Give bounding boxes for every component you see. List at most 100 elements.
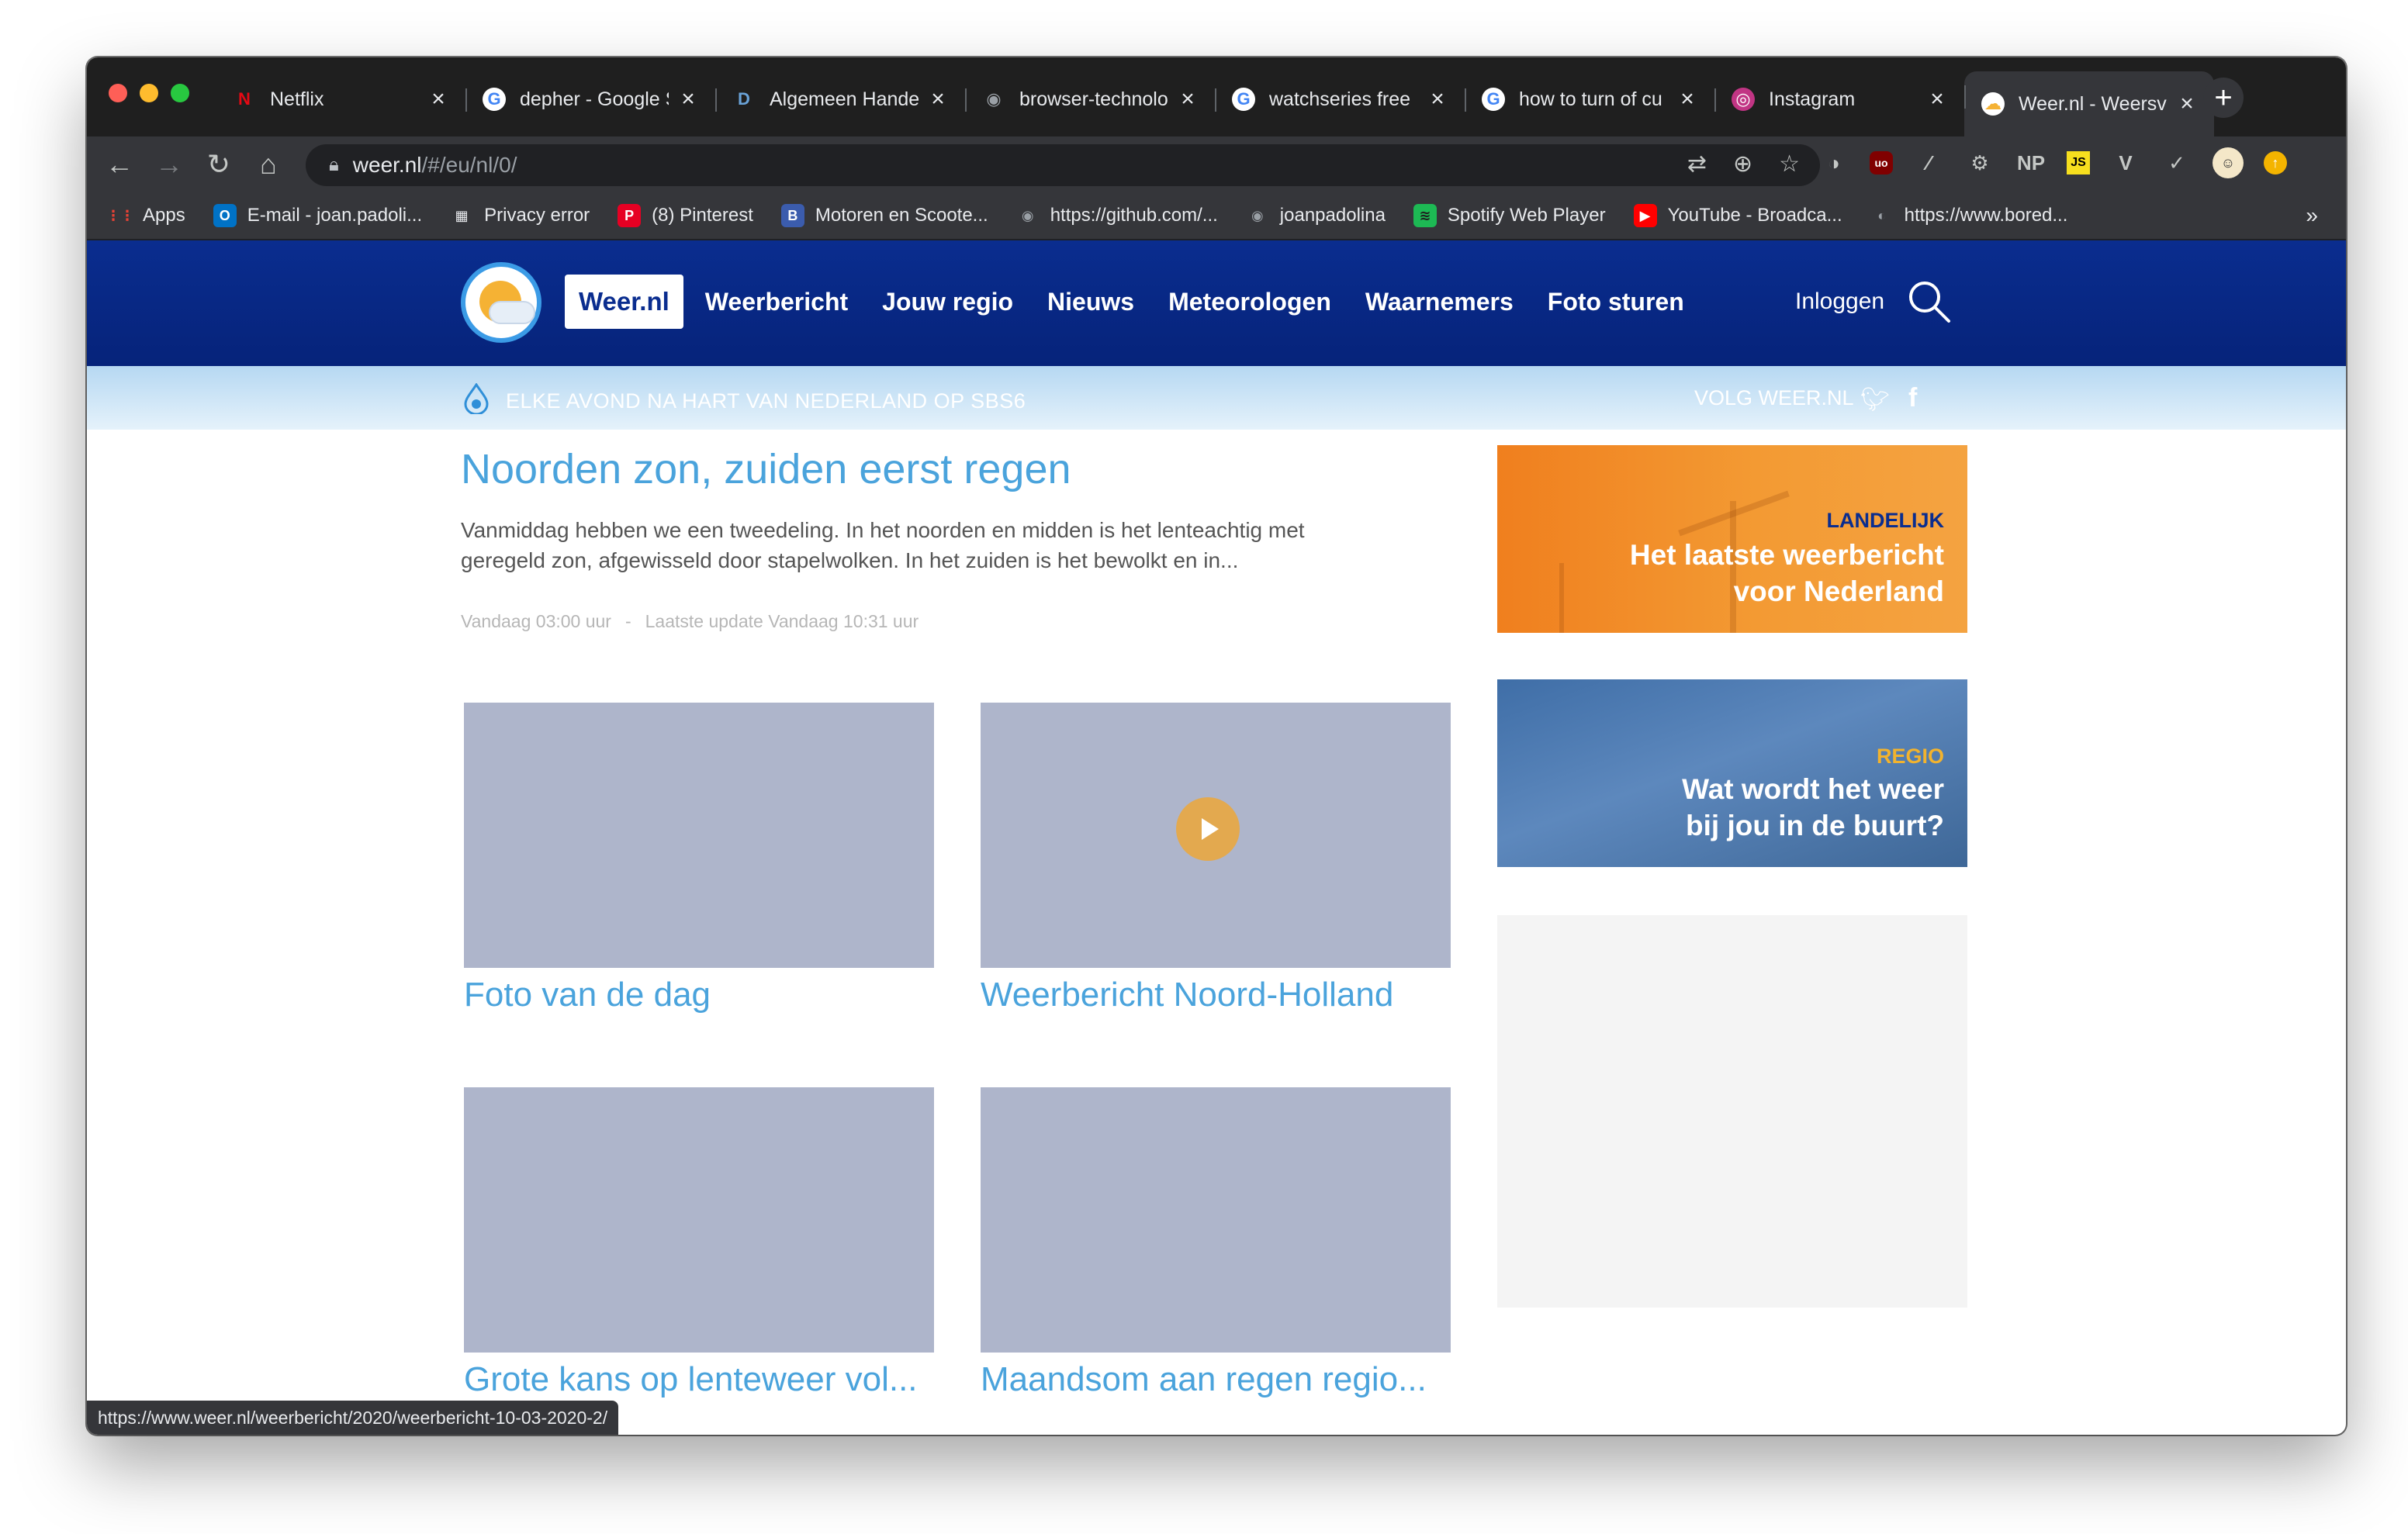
new-tab-button[interactable]: + xyxy=(2203,78,2244,118)
site-header: Weer.nl Weerbericht Jouw regio Nieuws Me… xyxy=(87,240,2346,366)
weer-icon: ☁ xyxy=(1981,92,2005,116)
card-title[interactable]: Grote kans op lenteweer vol... xyxy=(464,1360,918,1399)
card-image[interactable] xyxy=(464,1087,934,1353)
zoom-icon[interactable]: ⊕ xyxy=(1733,150,1752,178)
card-image[interactable] xyxy=(981,1087,1451,1353)
nav-waarnemers[interactable]: Waarnemers xyxy=(1365,288,1514,316)
google-icon: G xyxy=(1232,88,1255,111)
lock-icon: 🔒︎ xyxy=(329,154,339,175)
promo-text[interactable]: ELKE AVOND NA HART VAN NEDERLAND OP SBS6 xyxy=(506,389,1026,413)
card-title[interactable]: Weerbericht Noord-Holland xyxy=(981,976,1393,1014)
eyedropper-icon[interactable]: ⁄ xyxy=(1913,147,1944,178)
url-text[interactable]: weer.nl/#/eu/nl/0/ xyxy=(353,153,517,178)
bookmark-item[interactable]: ▶ YouTube - Broadca... xyxy=(1633,204,1842,227)
bookmark-star-icon[interactable]: ☆ xyxy=(1779,150,1800,178)
weer-logo[interactable] xyxy=(461,262,541,343)
nav-jouw-regio[interactable]: Jouw regio xyxy=(882,288,1013,316)
facebook-icon[interactable]: f xyxy=(1908,383,1917,413)
browser-toolbar: ← → ↻ ⌂ 🔒︎ weer.nl/#/eu/nl/0/ ⇄ ⊕ ☆ ◑ uo… xyxy=(87,136,2346,192)
translate-icon[interactable]: ⇄ xyxy=(1687,150,1707,178)
bookmark-label: (8) Pinterest xyxy=(652,205,753,226)
apps-grid-icon: ⋮⋮ xyxy=(106,207,134,223)
close-tab-icon[interactable]: × xyxy=(1427,86,1448,112)
twitter-icon[interactable]: 🐦︎ xyxy=(1860,386,1890,413)
close-tab-icon[interactable]: × xyxy=(678,86,698,112)
login-link[interactable]: Inloggen xyxy=(1795,288,1884,315)
banner-tag: LANDELIJK xyxy=(1826,509,1944,532)
tab-strip: N Netflix × Gdepher - Google S × D Algemeen Ha… xyxy=(87,57,2346,136)
address-bar[interactable]: 🔒︎ weer.nl/#/eu/nl/0/ ⇄ ⊕ ☆ xyxy=(306,144,1820,186)
regional-forecast-banner[interactable]: REGIO Wat wordt het weer bij jou in de b… xyxy=(1497,679,1967,867)
national-forecast-banner[interactable]: LANDELIJK Het laatste weerbericht voor N… xyxy=(1497,445,1967,633)
bookmark-item[interactable]: ▦ Privacy error xyxy=(450,204,590,227)
browser-tab[interactable]: Gwatchseries free × xyxy=(1215,74,1465,124)
close-tab-icon[interactable]: × xyxy=(1677,86,1697,112)
follow-label: VOLG WEER.NL xyxy=(1694,386,1854,409)
browser-tab[interactable]: ◉ browser-technolo × xyxy=(965,74,1215,124)
bookmark-item[interactable]: ≋ Spotify Web Player xyxy=(1413,204,1606,227)
outlook-icon: O xyxy=(213,204,237,227)
settings-gear-icon[interactable]: ⚙ xyxy=(1964,147,1995,178)
published-time: Vandaag 03:00 uur xyxy=(461,611,611,631)
np-extension-icon[interactable]: NP xyxy=(2015,147,2046,178)
close-window-button[interactable] xyxy=(109,84,127,102)
vimium-icon[interactable]: V xyxy=(2110,147,2141,178)
sbs6-logo-icon xyxy=(464,383,489,414)
close-tab-icon[interactable]: × xyxy=(1927,86,1947,112)
browser-tab[interactable]: Ghow to turn of cu × xyxy=(1465,74,1714,124)
close-tab-icon[interactable]: × xyxy=(2177,91,2197,117)
promo-bar: ELKE AVOND NA HART VAN NEDERLAND OP SBS6… xyxy=(87,366,2346,430)
tab-title: browser-technolo xyxy=(1019,88,1168,110)
maximize-window-button[interactable] xyxy=(171,84,189,102)
youtube-icon: ▶ xyxy=(1633,204,1657,227)
close-tab-icon[interactable]: × xyxy=(1178,86,1198,112)
github-icon: ◉ xyxy=(1251,207,1264,223)
bookmark-item[interactable]: ⋮⋮ Apps xyxy=(106,204,185,227)
nav-nieuws[interactable]: Nieuws xyxy=(1047,288,1134,316)
netflix-icon: N xyxy=(238,89,251,109)
nav-home-link[interactable]: Weer.nl xyxy=(565,275,683,329)
browser-tab[interactable]: D Algemeen Handel × xyxy=(715,74,965,124)
article-headline[interactable]: Noorden zon, zuiden eerst regen xyxy=(461,445,1071,493)
play-icon[interactable] xyxy=(1176,797,1240,861)
dark-reader-icon[interactable]: ◑ xyxy=(1818,147,1849,178)
bookmark-label: Spotify Web Player xyxy=(1447,205,1606,226)
bookmarks-more-button[interactable]: » xyxy=(2306,203,2318,228)
nav-weerbericht[interactable]: Weerbericht xyxy=(705,288,848,316)
bookmark-item[interactable]: ◉ https://github.com/... xyxy=(1016,204,1218,227)
card-title[interactable]: Maandsom aan regen regio... xyxy=(981,1360,1427,1399)
update-badge-icon[interactable]: ↑ xyxy=(2264,151,2287,174)
forward-button[interactable]: → xyxy=(144,143,194,186)
browser-tab[interactable]: Gdepher - Google S × xyxy=(465,74,715,124)
profile-avatar-icon[interactable]: ☺ xyxy=(2213,147,2244,178)
minimize-window-button[interactable] xyxy=(140,84,158,102)
card-title[interactable]: Foto van de dag xyxy=(464,976,711,1014)
js-extension-icon[interactable]: JS xyxy=(2067,151,2090,174)
reload-button[interactable]: ↻ xyxy=(194,143,244,186)
ublock-icon[interactable]: uo xyxy=(1870,151,1893,174)
browser-tab[interactable]: ◎ Instagram × xyxy=(1714,74,1964,124)
nav-meteorologen[interactable]: Meteorologen xyxy=(1168,288,1331,316)
home-button[interactable]: ⌂ xyxy=(244,143,293,186)
browser-tab[interactable]: N Netflix × xyxy=(216,74,465,124)
bookmark-item[interactable]: ◐ https://www.bored... xyxy=(1870,204,2067,227)
check-extension-icon[interactable]: ✓ xyxy=(2161,147,2192,178)
bookmark-item[interactable]: B Motoren en Scoote... xyxy=(780,204,988,227)
bookmark-item[interactable]: ◉ joanpadolina xyxy=(1246,204,1386,227)
nav-foto-sturen[interactable]: Foto sturen xyxy=(1548,288,1684,316)
bva-icon: B xyxy=(780,204,804,227)
browser-tab[interactable]: ☁ Weer.nl - Weersv × xyxy=(1964,71,2214,136)
browser-window: N Netflix × Gdepher - Google S × D Algemeen Ha… xyxy=(87,57,2346,1435)
pinterest-icon: P xyxy=(618,204,642,227)
updated-time: Laatste update Vandaag 10:31 uur xyxy=(645,611,919,631)
back-button[interactable]: ← xyxy=(95,143,144,186)
bookmark-label: YouTube - Broadca... xyxy=(1667,205,1842,226)
close-tab-icon[interactable]: × xyxy=(928,86,948,112)
bookmark-label: E-mail - joan.padoli... xyxy=(247,205,423,226)
bookmark-item[interactable]: P (8) Pinterest xyxy=(618,204,753,227)
search-icon[interactable] xyxy=(1905,278,1953,326)
close-tab-icon[interactable]: × xyxy=(428,86,448,112)
bookmark-item[interactable]: O E-mail - joan.padoli... xyxy=(213,204,422,227)
window-controls xyxy=(109,84,189,102)
card-image[interactable] xyxy=(464,703,934,968)
